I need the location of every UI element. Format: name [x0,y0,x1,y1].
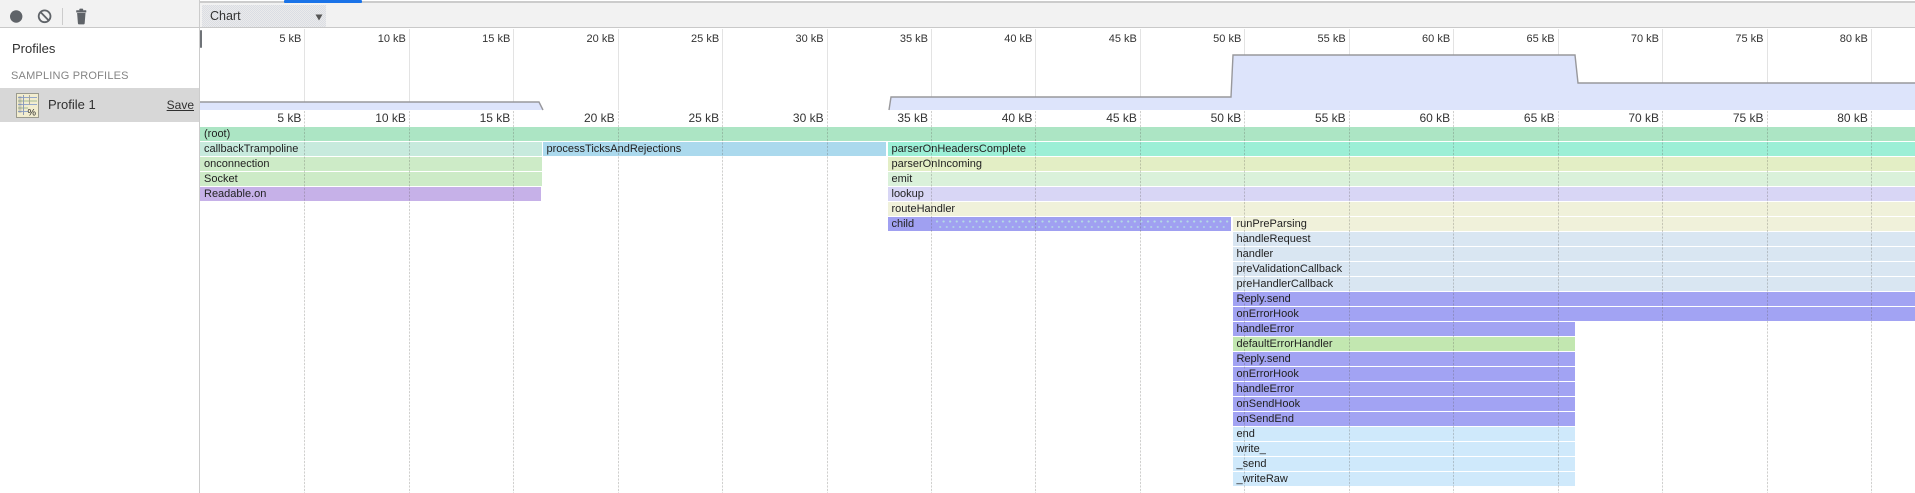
svg-text:%: % [28,108,37,119]
